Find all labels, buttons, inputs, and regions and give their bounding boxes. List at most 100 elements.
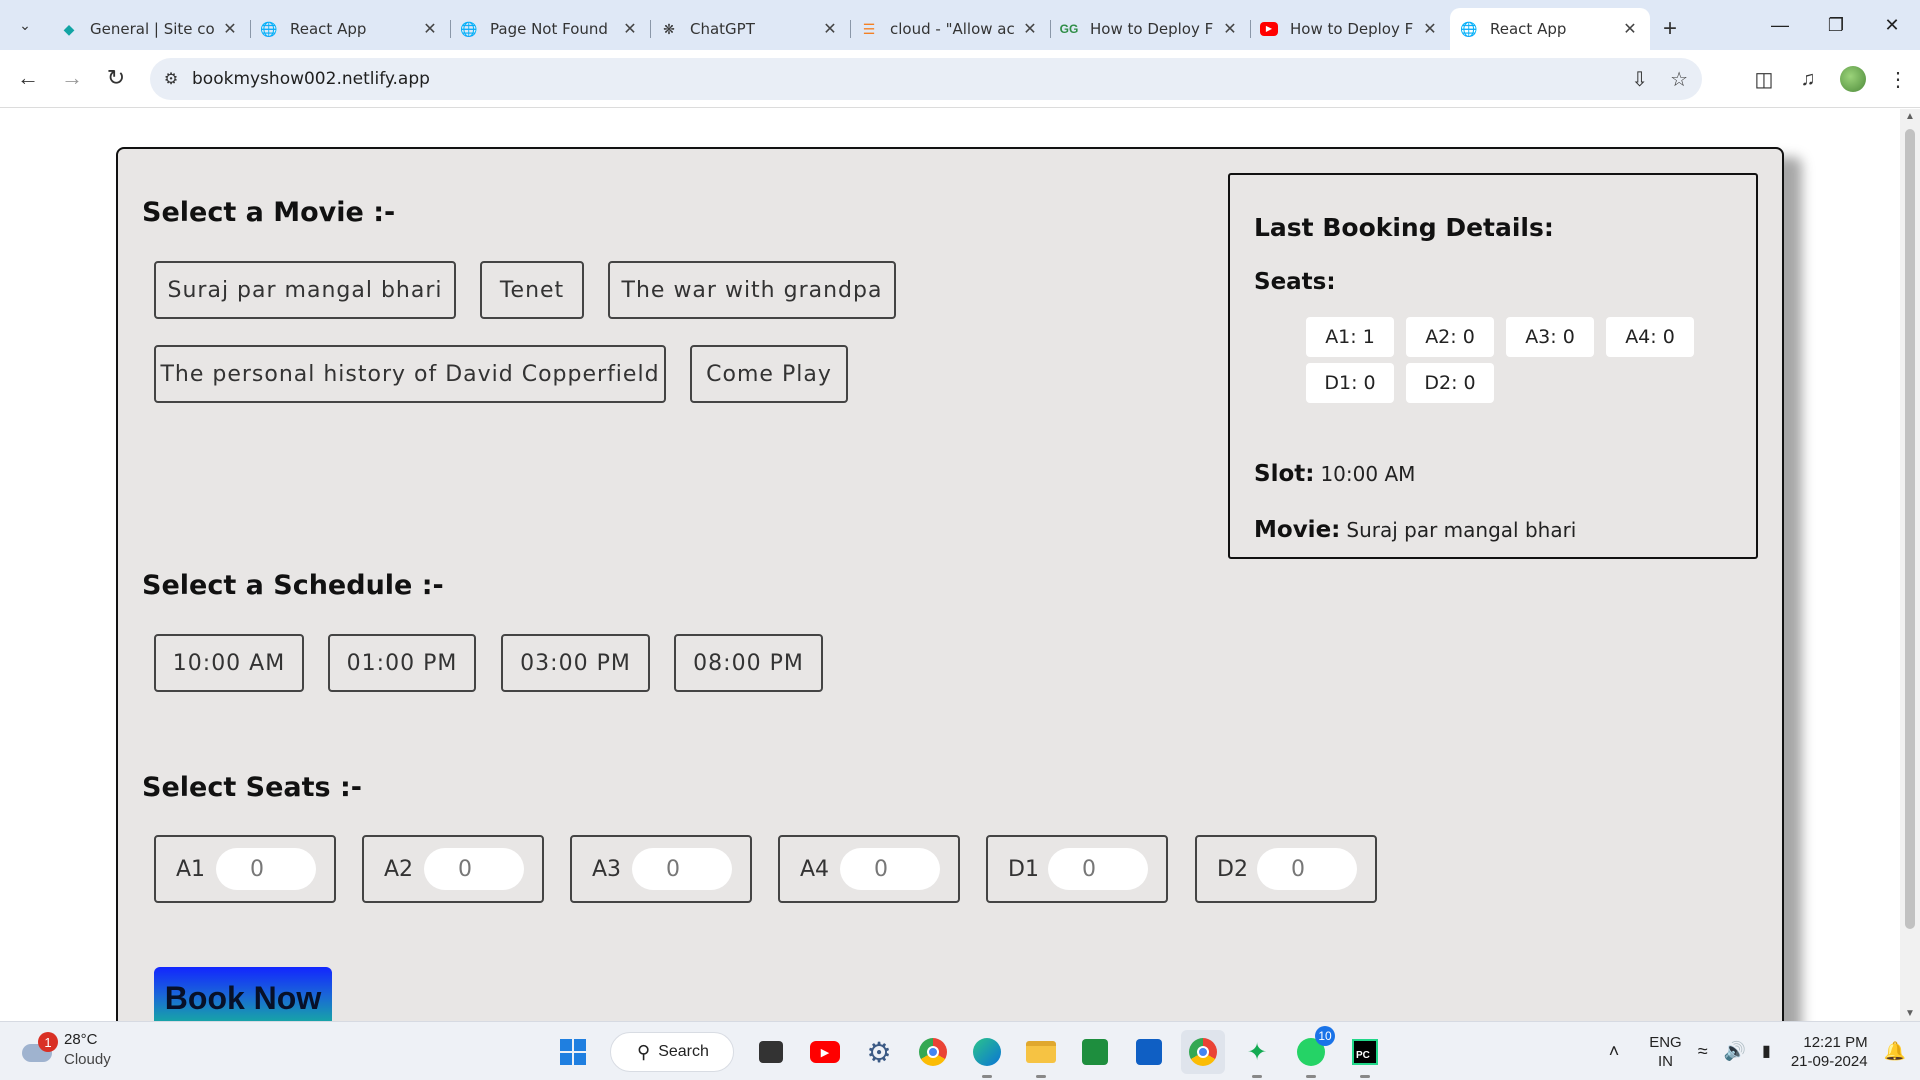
slot-option[interactable]: 01:00 PM — [328, 634, 476, 692]
booked-seat-chip: D1: 0 — [1306, 363, 1394, 403]
close-tab-icon[interactable]: ✕ — [1220, 19, 1240, 39]
windows-taskbar: 1 28°C Cloudy ⚲ Search ▶ ⚙ ✦ 10 PC ˄ ENG… — [0, 1021, 1920, 1080]
tab-search-chevron-icon[interactable]: ⌄ — [10, 10, 40, 40]
tab-title: React App — [1490, 20, 1567, 38]
chrome-icon[interactable] — [911, 1030, 955, 1074]
select-seats-heading: Select Seats :- — [142, 772, 362, 803]
close-tab-icon[interactable]: ✕ — [620, 19, 640, 39]
seat-count-input[interactable]: 0 — [424, 848, 524, 890]
minimize-icon[interactable]: — — [1752, 0, 1808, 50]
seat-count-input[interactable]: 0 — [632, 848, 732, 890]
language-indicator[interactable]: ENG IN — [1649, 1033, 1682, 1071]
forward-arrow-icon[interactable]: → — [54, 60, 90, 96]
booked-seat-chip: A2: 0 — [1406, 317, 1494, 357]
slot-option[interactable]: 10:00 AM — [154, 634, 304, 692]
seat-selector: A1 0 — [154, 835, 336, 903]
address-bar[interactable]: ⚙ bookmyshow002.netlify.app ⇩ ☆ — [150, 58, 1702, 100]
browser-tab[interactable]: GG How to Deploy F ✕ — [1050, 12, 1250, 46]
install-app-icon[interactable]: ⇩ — [1631, 67, 1648, 92]
weather-temp: 28°C — [64, 1031, 98, 1048]
movie-option[interactable]: Tenet — [480, 261, 584, 319]
whatsapp-badge: 10 — [1315, 1026, 1335, 1046]
notification-bell-icon[interactable]: 🔔 — [1884, 1042, 1906, 1061]
close-tab-icon[interactable]: ✕ — [1620, 19, 1640, 39]
file-explorer-icon[interactable] — [1019, 1030, 1063, 1078]
taskbar-search[interactable]: ⚲ Search — [610, 1032, 734, 1072]
mongodb-compass-icon[interactable]: ✦ — [1235, 1030, 1279, 1078]
tab-title: How to Deploy F — [1090, 20, 1214, 38]
seat-count-input[interactable]: 0 — [840, 848, 940, 890]
scroll-down-arrow-icon[interactable]: ▼ — [1900, 1008, 1920, 1019]
volume-icon[interactable]: 🔊 — [1724, 1042, 1746, 1061]
tab-title: How to Deploy F — [1290, 20, 1414, 38]
url-text[interactable]: bookmyshow002.netlify.app — [192, 69, 430, 89]
diamond-icon: ◆ — [63, 20, 75, 37]
bookmark-star-icon[interactable]: ☆ — [1670, 67, 1688, 92]
movie-option[interactable]: The war with grandpa — [608, 261, 896, 319]
movie-value: Suraj par mangal bhari — [1346, 518, 1577, 542]
select-schedule-heading: Select a Schedule :- — [142, 570, 444, 601]
windows-start-icon[interactable] — [551, 1030, 595, 1074]
browser-tab[interactable]: ☰ cloud - "Allow ac ✕ — [850, 12, 1050, 46]
close-tab-icon[interactable]: ✕ — [820, 19, 840, 39]
youtube-app-icon[interactable]: ▶ — [803, 1030, 847, 1074]
menu-kebab-icon[interactable]: ⋮ — [1876, 67, 1920, 92]
browser-tab[interactable]: ❋ ChatGPT ✕ — [650, 12, 850, 46]
seat-count-input[interactable]: 0 — [1257, 848, 1357, 890]
whatsapp-icon[interactable]: 10 — [1289, 1026, 1335, 1078]
scrollbar-thumb[interactable] — [1905, 129, 1915, 929]
movie-option[interactable]: Suraj par mangal bhari — [154, 261, 456, 319]
clock[interactable]: 12:21 PM 21-09-2024 — [1791, 1033, 1868, 1071]
last-booking-seats-label: Seats: — [1254, 269, 1336, 295]
pycharm-icon[interactable]: PC — [1343, 1030, 1387, 1078]
extensions-icon[interactable]: ◫ — [1742, 67, 1786, 92]
profile-avatar[interactable] — [1840, 66, 1866, 92]
movie-label: Movie: — [1254, 517, 1341, 543]
clock-date: 21-09-2024 — [1790, 1052, 1868, 1070]
site-info-icon[interactable]: ⚙ — [150, 69, 192, 89]
booked-seat-chip: A4: 0 — [1606, 317, 1694, 357]
globe-icon: 🌐 — [460, 20, 478, 37]
slot-option[interactable]: 03:00 PM — [501, 634, 650, 692]
settings-gear-icon[interactable]: ⚙ — [857, 1030, 901, 1074]
close-tab-icon[interactable]: ✕ — [420, 19, 440, 39]
slot-label: Slot: — [1254, 461, 1315, 487]
close-window-icon[interactable]: ✕ — [1864, 0, 1920, 50]
reload-icon[interactable]: ↻ — [98, 60, 134, 96]
browser-tab[interactable]: 🌐 Page Not Found ✕ — [450, 12, 650, 46]
close-tab-icon[interactable]: ✕ — [1020, 19, 1040, 39]
new-tab-button[interactable]: + — [1650, 12, 1690, 46]
battery-icon[interactable]: ▮ — [1762, 1042, 1771, 1061]
sheets-icon[interactable] — [1073, 1030, 1117, 1074]
page-scrollbar[interactable]: ▲ ▼ — [1900, 109, 1920, 1021]
weather-widget[interactable]: 1 28°C Cloudy — [20, 1030, 111, 1070]
seat-selector: A3 0 — [570, 835, 752, 903]
close-tab-icon[interactable]: ✕ — [1420, 19, 1440, 39]
seat-label: A4 — [800, 856, 830, 882]
book-now-button[interactable]: Book Now — [154, 967, 332, 1021]
movie-option[interactable]: Come Play — [690, 345, 848, 403]
last-booking-title: Last Booking Details: — [1254, 213, 1554, 242]
store-icon[interactable] — [1127, 1030, 1171, 1074]
browser-tab[interactable]: 🌐 React App ✕ — [250, 12, 450, 46]
browser-tab-active[interactable]: 🌐 React App ✕ — [1450, 8, 1650, 50]
browser-tab[interactable]: ▶ How to Deploy F ✕ — [1250, 12, 1450, 46]
scroll-up-arrow-icon[interactable]: ▲ — [1900, 111, 1920, 122]
tray-chevron-up-icon[interactable]: ˄ — [1609, 1042, 1620, 1061]
back-arrow-icon[interactable]: ← — [10, 60, 46, 96]
slot-option[interactable]: 08:00 PM — [674, 634, 823, 692]
last-booking-movie: Movie: Suraj par mangal bhari — [1254, 517, 1576, 543]
seat-count-input[interactable]: 0 — [216, 848, 316, 890]
movie-option[interactable]: The personal history of David Copperfiel… — [154, 345, 666, 403]
task-view-icon[interactable] — [749, 1030, 793, 1074]
chrome-profile-icon[interactable] — [1181, 1030, 1225, 1074]
browser-tab[interactable]: ◆ General | Site co ✕ — [50, 12, 250, 46]
seat-count-input[interactable]: 0 — [1048, 848, 1148, 890]
system-tray: ˄ ENG IN ≈ 🔊 ▮ 12:21 PM 21-09-2024 🔔 — [1601, 1022, 1920, 1080]
media-controls-icon[interactable]: ♫ — [1786, 68, 1830, 91]
close-tab-icon[interactable]: ✕ — [220, 19, 240, 39]
edge-icon[interactable] — [965, 1030, 1009, 1078]
globe-icon: 🌐 — [260, 20, 278, 37]
restore-icon[interactable]: ❐ — [1808, 0, 1864, 50]
wifi-icon[interactable]: ≈ — [1698, 1042, 1708, 1061]
